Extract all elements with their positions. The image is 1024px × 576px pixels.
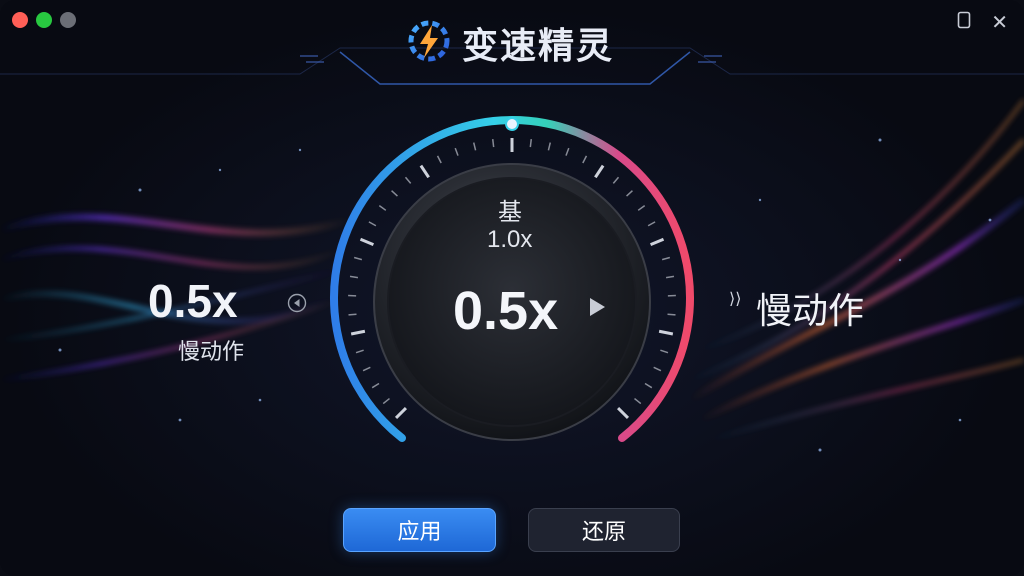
dial-tick [394, 407, 407, 420]
dial-tick [378, 204, 387, 211]
dial-tick [594, 164, 605, 179]
window-restore-icon[interactable] [957, 11, 971, 34]
dial-tick [362, 366, 371, 372]
traffic-lights [12, 12, 76, 28]
dial-tick [491, 139, 495, 148]
dial-tick [647, 221, 656, 227]
dial-tick [419, 164, 430, 179]
minimize-dot[interactable] [36, 12, 52, 28]
dial-tick [665, 275, 675, 279]
dial-tick [349, 275, 359, 279]
current-speed-label: 慢动作 [178, 339, 245, 364]
base-value: 1.0x [487, 226, 533, 253]
dial-tick [667, 313, 676, 316]
dial-tick [371, 382, 380, 389]
dial-speed-value: 0.5x [453, 281, 559, 341]
zoom-dot[interactable] [60, 12, 76, 28]
dial-tick [472, 142, 477, 151]
close-icon[interactable]: ✕ [991, 10, 1008, 35]
lightning-gear-icon [404, 16, 454, 71]
dial-tick [382, 397, 390, 405]
fast-forward-icon: ⟩⟩ [729, 291, 742, 308]
dial-tick [658, 329, 674, 336]
dial-tick [644, 382, 653, 389]
rewind-icon[interactable] [287, 293, 307, 313]
dial-tick [353, 256, 363, 261]
mode-label: 慢动作 [756, 290, 865, 331]
close-dot[interactable] [12, 12, 28, 28]
dial-tick [391, 190, 398, 197]
dial-tick [650, 237, 665, 246]
dial-tick [612, 176, 620, 184]
play-icon[interactable] [585, 295, 609, 319]
app-window: ✕ 变速精灵 0.5x 慢动作 基 1.0x 0.5x ⟩⟩ 慢动作 应用 还原 [0, 0, 1024, 576]
base-label: 基 [498, 199, 522, 226]
dial-tick [350, 329, 366, 336]
reset-button[interactable]: 还原 [528, 508, 680, 552]
current-speed-value: 0.5x [148, 275, 238, 327]
dial-tick [637, 204, 646, 211]
dial-tick [359, 237, 374, 246]
dial-tick [565, 147, 570, 156]
app-title: 变速精灵 [404, 16, 634, 70]
dial-tick [368, 221, 377, 227]
dial-tick [617, 407, 630, 420]
dial-tick [404, 176, 412, 184]
dial-tick [529, 139, 533, 148]
dial-tick [348, 313, 357, 316]
dial-tick [454, 147, 459, 156]
app-title-text: 变速精灵 [462, 25, 615, 66]
dial-tick [436, 155, 442, 164]
apply-button[interactable]: 应用 [343, 508, 496, 552]
dial-tick [653, 366, 662, 372]
dial-tick [355, 349, 364, 354]
dial-tick [660, 349, 669, 354]
dial-tick [547, 142, 552, 151]
window-controls: ✕ [957, 10, 1008, 35]
dial-tick [582, 155, 588, 164]
dial-tick [661, 256, 671, 261]
dial-tick [634, 397, 642, 405]
dial-tick [626, 190, 633, 197]
